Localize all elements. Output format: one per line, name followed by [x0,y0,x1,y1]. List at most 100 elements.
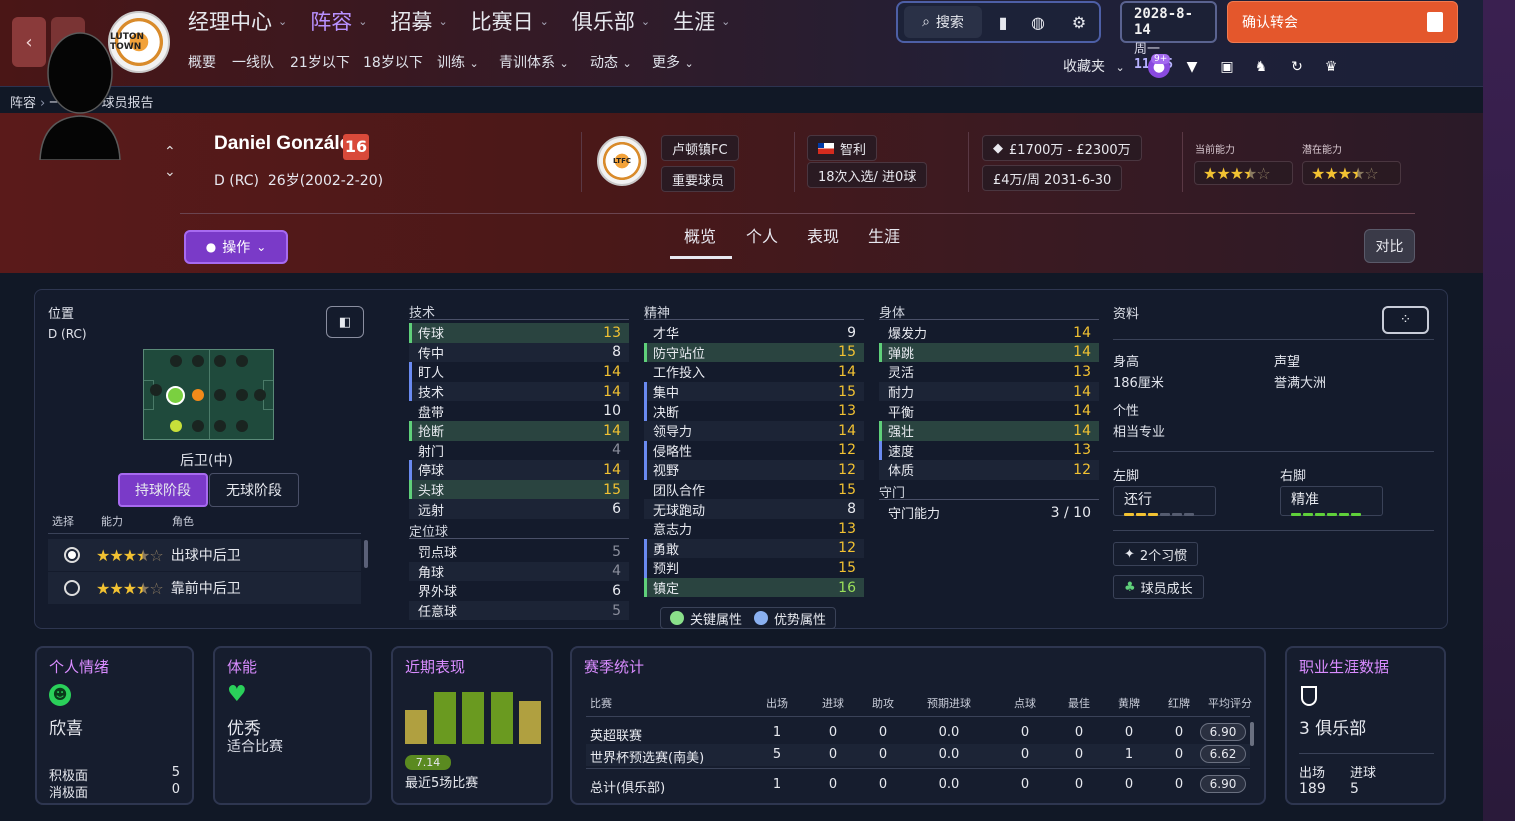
previous-player-button[interactable]: ⌃ [164,144,176,160]
attribute-row[interactable]: 意志力 13 [644,519,864,539]
sub-nav-youth[interactable]: 青训体系 ⌄ [499,52,569,72]
attribute-row[interactable]: 集中 15 [644,381,864,402]
attribute-row[interactable]: 侵略性 12 [644,440,864,461]
tab-career[interactable]: 生涯 [868,223,900,247]
scrollbar[interactable] [1250,722,1254,746]
role-row[interactable]: ★★★★☆ 出球中后卫 [48,539,361,571]
form-bar[interactable] [519,701,541,744]
table-row[interactable]: 总计(俱乐部) 1 0 0 0.0 0 0 0 0 6.90 [586,774,1250,796]
attribute-row[interactable]: 任意球 5 [409,600,629,621]
attribute-row[interactable]: 强壮 14 [879,420,1099,441]
attribute-row[interactable]: 灵活 13 [879,362,1099,382]
season-stats-card[interactable]: 赛季统计 比赛 出场 进球 助攻 预期进球 点球 最佳 黄牌 红牌 平均评分 英超联赛 1 0 0 0.0 0… [570,646,1266,805]
habits-button[interactable]: ✦ 2个习惯 [1113,542,1199,566]
search-button[interactable]: ⌕ 搜索 [904,6,982,38]
attribute-row[interactable]: 停球 14 [409,460,629,480]
attribute-row[interactable]: 远射 6 [409,499,629,519]
attribute-row[interactable]: 技术 14 [409,381,629,402]
settings-button[interactable]: ⚙ [1066,2,1092,42]
attribute-row[interactable]: 无球跑动 8 [644,499,864,519]
career-stats-card[interactable]: 职业生涯数据 3 俱乐部 出场 189 进球 5 [1285,646,1446,805]
confirm-transfer-button[interactable]: 确认转会 [1227,1,1458,43]
nav-item-career[interactable]: 生涯 ⌄ [673,6,730,36]
refresh-icon[interactable]: ↻ [1286,56,1308,78]
compare-button[interactable]: 对比 [1364,229,1415,263]
development-button[interactable]: ♣ 球员成长 [1113,575,1204,599]
phase-out-possession-button[interactable]: 无球阶段 [209,473,299,507]
attribute-row[interactable]: 速度 13 [879,440,1099,461]
attribute-row[interactable]: 界外球 6 [409,581,629,601]
globe-button[interactable]: ◍ [1027,2,1049,42]
shirt-icon[interactable]: ▼ [1181,56,1203,78]
info-toggle-button[interactable]: ⁘ [1382,306,1429,334]
attribute-row[interactable]: 爆发力 14 [879,323,1099,343]
attribute-row[interactable]: 预判 15 [644,558,864,578]
attribute-row[interactable]: 领导力 14 [644,420,864,441]
nationality-chip[interactable]: 智利 [807,135,878,161]
table-row[interactable]: 英超联赛 1 0 0 0.0 0 0 0 0 6.90 [586,722,1250,744]
height-value: 186厘米 [1113,376,1164,391]
attribute-row[interactable]: 守门能力 3 / 10 [879,503,1099,523]
trophy-icon[interactable]: ♛ [1320,56,1342,78]
form-bar[interactable] [490,692,513,744]
sub-nav-dynamics[interactable]: 动态 ⌄ [590,52,632,72]
nav-item-matchday[interactable]: 比赛日 ⌄ [471,6,549,36]
role-row[interactable]: ★★★★☆ 靠前中后卫 [48,572,361,604]
position-view-toggle[interactable]: ◧ [326,306,364,338]
attribute-row[interactable]: 防守站位 15 [644,342,864,363]
fitness-card[interactable]: 体能 ♥ 优秀 适合比赛 [213,646,372,805]
favorites-dropdown[interactable]: 收藏夹 ⌄ [1063,56,1125,76]
sub-nav-more[interactable]: 更多 ⌄ [652,52,694,72]
attribute-row[interactable]: 平衡 14 [879,401,1099,421]
attribute-row[interactable]: 耐力 14 [879,381,1099,402]
attribute-row[interactable]: 体质 12 [879,460,1099,480]
sub-nav-overview[interactable]: 概要 [188,52,216,72]
attribute-row[interactable]: 头球 15 [409,479,629,500]
table-row[interactable]: 世界杯预选赛(南美) 5 0 0 0.0 0 0 1 0 6.62 [586,744,1250,766]
attribute-row[interactable]: 罚点球 5 [409,542,629,562]
sub-nav-training[interactable]: 训练 ⌄ [437,52,479,72]
report-icon[interactable]: ▣ [1216,56,1238,78]
attribute-row[interactable]: 盯人 14 [409,362,629,382]
form-card[interactable]: 近期表现 7.14 最近5场比赛 [391,646,553,805]
nav-item-squad[interactable]: 阵容 ⌄ [310,6,367,36]
attribute-row[interactable]: 工作投入 14 [644,362,864,382]
attribute-row[interactable]: 决断 13 [644,401,864,421]
date-time-display[interactable]: 2028-8-14 周一 11:15 [1120,1,1217,72]
attribute-row[interactable]: 抢断 14 [409,420,629,441]
attribute-row[interactable]: 弹跳 14 [879,342,1099,363]
form-bar[interactable] [433,692,456,744]
scout-icon[interactable]: ♞ [1250,56,1272,78]
radio-button[interactable] [64,547,80,563]
attribute-row[interactable]: 角球 4 [409,561,629,582]
attribute-row[interactable]: 传球 13 [409,323,629,343]
attribute-row[interactable]: 盘带 10 [409,401,629,421]
next-player-button[interactable]: ⌄ [164,164,176,180]
tab-performance[interactable]: 表现 [807,223,839,247]
sub-nav-u21[interactable]: 21岁以下 [290,52,350,72]
value-chip[interactable]: ◆ £1700万 - £2300万 [982,135,1142,161]
attribute-row[interactable]: 勇敢 12 [644,538,864,559]
action-button[interactable]: ● 操作 ⌄ [184,230,288,264]
attribute-row[interactable]: 才华 9 [644,323,864,343]
sub-nav-u18[interactable]: 18岁以下 [363,52,423,72]
morale-card[interactable]: 个人情绪 ☻ 欣喜 积极面 5 消极面 0 [35,646,194,805]
scrollbar[interactable] [364,540,368,568]
attribute-row[interactable]: 镇定 16 [644,577,864,598]
tab-overview[interactable]: 概览 [684,223,716,247]
radio-button[interactable] [64,580,80,596]
attribute-row[interactable]: 团队合作 15 [644,480,864,500]
attribute-row[interactable]: 传中 8 [409,342,629,363]
attribute-row[interactable]: 射门 4 [409,441,629,461]
phase-in-possession-button[interactable]: 持球阶段 [118,473,208,507]
nav-item-manager[interactable]: 经理中心 ⌄ [188,6,287,36]
club-chip[interactable]: 卢顿镇FC [661,135,739,161]
attribute-row[interactable]: 视野 12 [644,460,864,480]
nav-item-recruit[interactable]: 招募 ⌄ [390,6,447,36]
tab-personal[interactable]: 个人 [746,223,778,247]
bookmark-button[interactable]: ▮ [992,2,1014,42]
form-bar[interactable] [405,710,427,744]
nav-item-club[interactable]: 俱乐部 ⌄ [572,6,650,36]
sub-nav-first-team[interactable]: 一线队 [232,52,274,72]
form-bar[interactable] [462,692,484,744]
